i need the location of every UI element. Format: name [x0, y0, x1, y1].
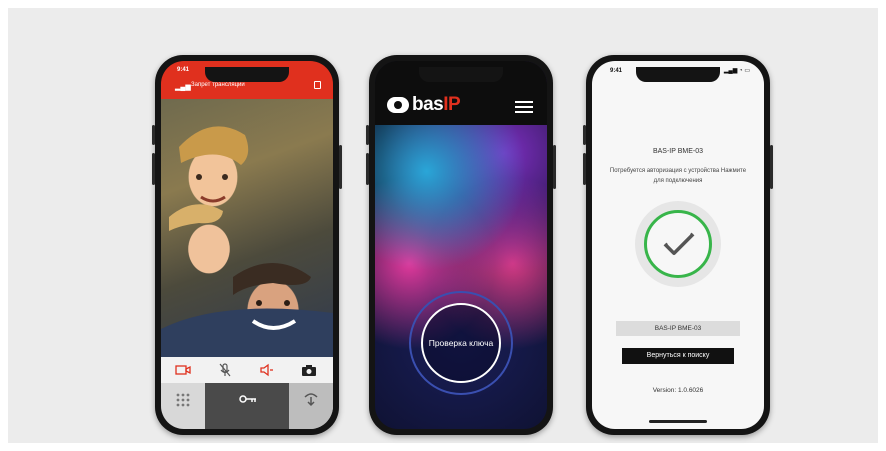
logo-brand-accent: IP — [443, 94, 461, 115]
key-check-label: Проверка ключа — [428, 337, 494, 348]
side-button — [339, 145, 342, 189]
clock: 9:41 — [177, 67, 190, 73]
key-check-button[interactable]: Проверка ключа — [421, 303, 501, 383]
home-indicator — [649, 420, 707, 423]
video-camera-icon[interactable] — [175, 363, 191, 377]
notch — [419, 67, 503, 82]
device-title: BAS-IP BME-03 — [652, 148, 704, 155]
key-button[interactable] — [205, 383, 289, 429]
logo-mark-icon — [387, 97, 409, 113]
stream-status-label[interactable]: Запрет трансляции — [191, 82, 245, 88]
notch — [636, 67, 720, 82]
speaker-icon[interactable] — [259, 363, 275, 377]
signal-icon: ▂▄▆ — [175, 84, 191, 91]
logo-text: basIP — [412, 94, 461, 116]
call-action-bar — [161, 383, 333, 429]
keypad-icon — [176, 393, 190, 407]
family-photo — [161, 126, 333, 357]
clock: 9:41 — [610, 68, 623, 74]
side-button — [583, 125, 586, 145]
photo-camera-icon[interactable] — [301, 363, 317, 377]
product-showcase: 9:41 ▂▄▆ Запрет трансляции basIP Проверк… — [8, 8, 878, 443]
back-to-search-button[interactable]: Вернуться к поиску — [622, 348, 734, 364]
key-icon — [239, 395, 256, 403]
phone-auth-screen: 9:41 ▂▄▆ ◔ ▭ BAS-IP BME-03 Потребуется а… — [583, 55, 773, 435]
logo-brand: bas — [412, 94, 444, 115]
microphone-muted-icon[interactable] — [217, 363, 233, 377]
version-label: Version: 1.0.6026 — [652, 387, 704, 394]
hamburger-menu-icon[interactable] — [515, 101, 533, 113]
lock-icon — [314, 81, 321, 89]
notch — [205, 67, 289, 82]
call-controls — [161, 357, 333, 383]
side-button — [152, 125, 155, 145]
side-button — [366, 125, 369, 145]
screen: 9:41 ▂▄▆ ◔ ▭ BAS-IP BME-03 Потребуется а… — [592, 61, 764, 429]
status-icons: ▂▄▆ ◔ ▭ — [723, 68, 750, 74]
open-door-button[interactable] — [289, 383, 333, 429]
check-ring[interactable] — [644, 210, 712, 278]
screen: 9:41 ▂▄▆ Запрет трансляции — [161, 61, 333, 429]
side-button — [583, 153, 586, 185]
brand-logo: basIP — [387, 94, 461, 116]
video-stream — [161, 99, 333, 357]
checkmark-icon — [663, 232, 695, 255]
keypad-button[interactable] — [161, 383, 205, 429]
auth-message: Потребуется авторизация с устройства Наж… — [609, 168, 747, 184]
side-button — [770, 145, 773, 189]
side-button — [366, 153, 369, 185]
device-name-field: BAS-IP BME-03 — [616, 321, 740, 336]
phone-key-check-screen: basIP Проверка ключа — [366, 55, 556, 435]
door-open-icon — [304, 393, 318, 407]
screen: basIP Проверка ключа — [375, 61, 547, 429]
side-button — [553, 145, 556, 189]
phone-call-screen: 9:41 ▂▄▆ Запрет трансляции — [152, 55, 342, 435]
side-button — [152, 153, 155, 185]
